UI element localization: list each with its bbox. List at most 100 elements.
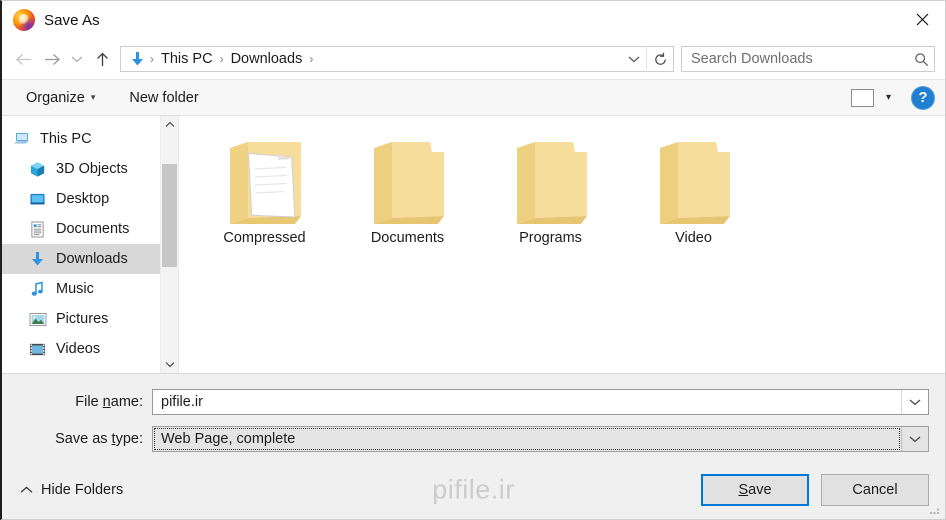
address-bar[interactable]: › This PC › Downloads ›	[120, 46, 674, 72]
desktop-icon	[28, 190, 47, 209]
sidebar-item-label: Videos	[56, 341, 101, 357]
file-item-compressed[interactable]: Compressed	[193, 130, 336, 280]
save-as-dialog: Save As › This PC › Downloads › Search D…	[0, 0, 946, 520]
chevron-up-icon	[165, 121, 174, 127]
scrollbar-track[interactable]	[161, 133, 178, 356]
this-pc-icon	[12, 130, 31, 149]
sidebar-item-documents[interactable]: Documents	[2, 214, 178, 244]
search-icon	[908, 52, 934, 67]
file-name-row: File name: pifile.ir	[2, 387, 945, 417]
breadcrumb-item-this-pc[interactable]: This PC	[156, 51, 218, 67]
search-box[interactable]	[681, 46, 935, 72]
save-type-value[interactable]: Web Page, complete	[154, 428, 900, 450]
breadcrumb-separator: ›	[150, 52, 154, 66]
file-item-label: Video	[675, 230, 712, 246]
chevron-down-icon	[909, 399, 921, 406]
save-type-dropdown-button[interactable]	[901, 427, 928, 451]
forward-button[interactable]	[38, 45, 66, 73]
chevron-down-icon	[628, 56, 640, 63]
breadcrumb-item-downloads[interactable]: Downloads	[226, 51, 308, 67]
chevron-up-icon	[20, 486, 33, 493]
view-mode-button[interactable]	[841, 85, 884, 111]
sidebar-item-3d-objects[interactable]: 3D Objects	[2, 154, 178, 184]
breadcrumb-separator[interactable]: ›	[307, 52, 315, 66]
dialog-footer: Hide Folders pifile.ir Save Cancel	[2, 461, 945, 519]
firefox-icon	[13, 9, 35, 31]
up-button[interactable]	[88, 45, 116, 73]
view-mode-dropdown[interactable]: ▾	[884, 88, 901, 107]
folder-with-document-icon	[217, 130, 313, 238]
close-button[interactable]	[899, 1, 945, 38]
videos-icon	[28, 340, 47, 359]
address-dropdown-button[interactable]	[622, 47, 646, 71]
scrollbar-thumb[interactable]	[162, 164, 177, 267]
file-item-label: Programs	[519, 230, 582, 246]
scroll-up-button[interactable]	[165, 116, 175, 133]
help-button[interactable]: ?	[911, 85, 935, 110]
hide-folders-label: Hide Folders	[41, 482, 124, 498]
sidebar-scrollbar[interactable]	[160, 116, 178, 373]
up-arrow-icon	[96, 52, 108, 66]
save-type-row: Save as type: Web Page, complete	[2, 424, 945, 454]
organize-button[interactable]: Organize ▾	[16, 86, 105, 110]
recent-locations-button[interactable]	[66, 45, 88, 73]
file-name-dropdown-button[interactable]	[901, 390, 928, 414]
sidebar-item-pictures[interactable]: Pictures	[2, 304, 178, 334]
file-item-label: Compressed	[223, 230, 306, 246]
help-icon: ?	[918, 89, 928, 106]
breadcrumb: › This PC › Downloads ›	[121, 51, 622, 68]
file-item-video[interactable]: Video	[622, 130, 765, 280]
folder-icon	[360, 130, 456, 238]
file-name-combo[interactable]: pifile.ir	[152, 389, 929, 415]
chevron-down-icon	[71, 56, 83, 63]
navigation-bar: › This PC › Downloads ›	[2, 39, 945, 79]
back-button[interactable]	[10, 45, 38, 73]
sidebar-item-desktop[interactable]: Desktop	[2, 184, 178, 214]
save-button-label: Save	[738, 482, 772, 498]
music-icon	[28, 280, 47, 299]
save-form: File name: pifile.ir Save as type: Web P…	[2, 373, 945, 461]
breadcrumb-separator: ›	[219, 52, 224, 66]
sidebar-item-label: This PC	[40, 131, 92, 147]
sidebar-item-videos[interactable]: Videos	[2, 334, 178, 364]
save-type-combo[interactable]: Web Page, complete	[152, 426, 929, 452]
cancel-button[interactable]: Cancel	[821, 474, 929, 506]
close-icon	[916, 13, 928, 26]
sidebar-item-label: Pictures	[56, 311, 109, 327]
folder-icon	[646, 130, 742, 238]
refresh-icon	[654, 52, 666, 65]
downloads-icon	[28, 250, 47, 269]
chevron-down-icon	[165, 362, 174, 368]
scroll-down-button[interactable]	[165, 356, 175, 373]
sidebar-item-music[interactable]: Music	[2, 274, 178, 304]
sidebar-item-this-pc[interactable]: This PC	[2, 124, 178, 154]
chevron-down-icon: ▾	[885, 92, 891, 103]
back-arrow-icon	[16, 53, 31, 65]
file-list[interactable]: Compressed Documents Programs Video	[178, 116, 945, 373]
cancel-button-label: Cancel	[852, 482, 898, 498]
toolbar: Organize ▾ New folder ▾ ?	[2, 79, 945, 116]
file-item-programs[interactable]: Programs	[479, 130, 622, 280]
organize-label: Organize	[26, 89, 85, 106]
chevron-down-icon: ▾	[90, 92, 96, 102]
file-item-label: Documents	[370, 230, 445, 246]
hide-folders-button[interactable]: Hide Folders	[20, 482, 123, 498]
sidebar-item-label: 3D Objects	[56, 161, 128, 177]
new-folder-button[interactable]: New folder	[119, 86, 208, 110]
navigation-sidebar: This PC 3D Objects Desktop Documents Dow…	[2, 116, 178, 373]
new-folder-label: New folder	[129, 89, 199, 106]
file-item-documents[interactable]: Documents	[336, 130, 479, 280]
search-input[interactable]	[682, 51, 908, 67]
resize-grip-icon[interactable]	[929, 504, 941, 516]
sidebar-item-label: Documents	[56, 221, 130, 237]
save-button[interactable]: Save	[701, 474, 809, 506]
dialog-body: This PC 3D Objects Desktop Documents Dow…	[2, 116, 945, 373]
folder-icon	[503, 130, 599, 238]
file-name-input[interactable]: pifile.ir	[153, 394, 901, 410]
sidebar-item-downloads[interactable]: Downloads	[2, 244, 178, 274]
3d-objects-icon	[28, 160, 47, 179]
file-name-label: File name:	[75, 394, 143, 410]
sidebar-item-label: Desktop	[56, 191, 110, 207]
refresh-button[interactable]	[646, 46, 673, 72]
chevron-down-icon	[909, 436, 921, 443]
